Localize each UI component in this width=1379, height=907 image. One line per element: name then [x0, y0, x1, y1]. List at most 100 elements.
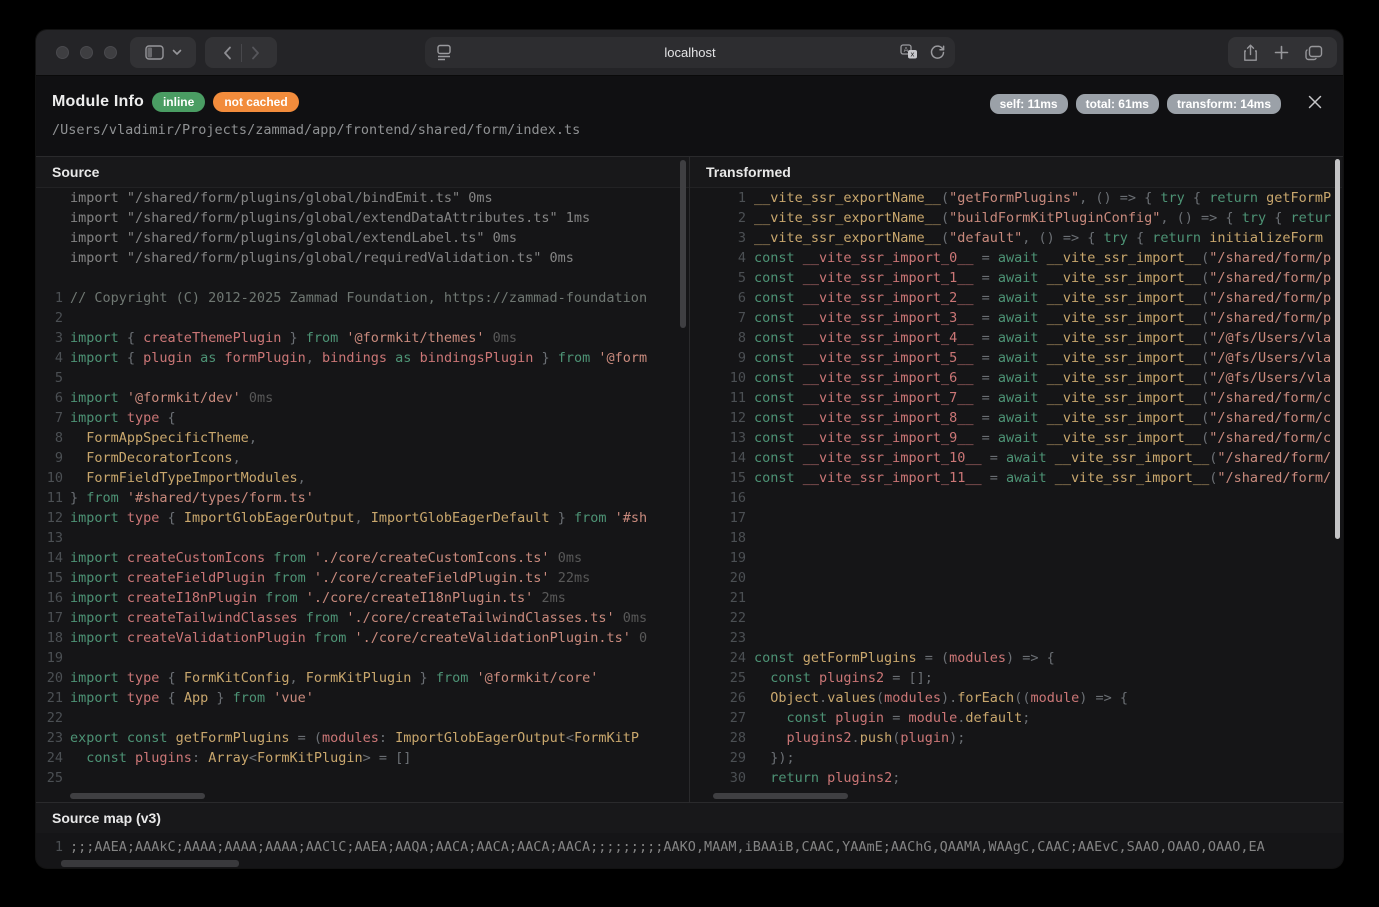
- code-line: 26 Object.values(modules).forEach((modul…: [690, 688, 1342, 708]
- svg-text:x: x: [910, 51, 914, 59]
- browser-toolbar: localhost A x: [36, 30, 1343, 76]
- code-line: 25: [36, 768, 689, 788]
- code-line: 13: [36, 528, 689, 548]
- code-line: 29 });: [690, 748, 1342, 768]
- code-line: import "/shared/form/plugins/global/bind…: [36, 188, 689, 208]
- code-panels: Source import "/shared/form/plugins/glob…: [36, 156, 1343, 802]
- nav-buttons-group: [205, 37, 277, 68]
- code-line: 8const __vite_ssr_import_4__ = await __v…: [690, 328, 1342, 348]
- minimize-window-button[interactable]: [80, 46, 93, 59]
- transformed-panel: Transformed 1__vite_ssr_exportName__("ge…: [690, 157, 1342, 802]
- forward-button[interactable]: [251, 46, 260, 60]
- code-line: 9const __vite_ssr_import_5__ = await __v…: [690, 348, 1342, 368]
- code-line: 7const __vite_ssr_import_3__ = await __v…: [690, 308, 1342, 328]
- sidebar-toggle-group: [130, 37, 196, 68]
- back-button[interactable]: [223, 46, 232, 60]
- code-line: 18: [690, 528, 1342, 548]
- sourcemap-code: 1;;;AAEA;AAAkC;AAAA;AAAA;AAAA;AAClC;AAEA…: [36, 837, 1343, 859]
- code-line: 3__vite_ssr_exportName__("default", () =…: [690, 228, 1342, 248]
- code-line: 30 return plugins2;: [690, 768, 1342, 788]
- code-line: 16import createI18nPlugin from './core/c…: [36, 588, 689, 608]
- code-line: 12const __vite_ssr_import_8__ = await __…: [690, 408, 1342, 428]
- source-panel: Source import "/shared/form/plugins/glob…: [36, 157, 690, 802]
- code-line: 11const __vite_ssr_import_7__ = await __…: [690, 388, 1342, 408]
- share-icon[interactable]: [1243, 44, 1258, 62]
- transformed-horizontal-scrollbar[interactable]: [713, 793, 848, 799]
- transformed-code: 1__vite_ssr_exportName__("getFormPlugins…: [690, 188, 1342, 802]
- sourcemap-horizontal-scrollbar[interactable]: [61, 860, 239, 867]
- nav-divider: [241, 44, 242, 62]
- code-line: [36, 268, 689, 288]
- code-line: 21: [690, 588, 1342, 608]
- svg-text:A: A: [904, 46, 909, 54]
- code-line: 2: [36, 308, 689, 328]
- code-line: 13const __vite_ssr_import_9__ = await __…: [690, 428, 1342, 448]
- toolbar-right-group: [1228, 37, 1337, 68]
- code-line: 5: [36, 368, 689, 388]
- code-line: 23export const getFormPlugins = (modules…: [36, 728, 689, 748]
- code-line: 21import type { App } from 'vue': [36, 688, 689, 708]
- code-line: 25 const plugins2 = [];: [690, 668, 1342, 688]
- code-line: 11} from '#shared/types/form.ts': [36, 488, 689, 508]
- address-bar[interactable]: localhost A x: [425, 37, 955, 68]
- code-line: 14const __vite_ssr_import_10__ = await _…: [690, 448, 1342, 468]
- code-line: 10const __vite_ssr_import_6__ = await __…: [690, 368, 1342, 388]
- source-panel-title: Source: [36, 157, 689, 188]
- code-line: 9 FormDecoratorIcons,: [36, 448, 689, 468]
- code-line: 28 plugins2.push(plugin);: [690, 728, 1342, 748]
- code-line: 10 FormFieldTypeImportModules,: [36, 468, 689, 488]
- traffic-lights: [56, 46, 117, 59]
- timing-transform: transform: 14ms: [1167, 94, 1281, 114]
- sourcemap-title: Source map (v3): [36, 803, 1343, 833]
- source-horizontal-scrollbar[interactable]: [70, 793, 205, 799]
- tab-overview-icon[interactable]: [1305, 45, 1323, 61]
- new-tab-icon[interactable]: [1274, 45, 1289, 60]
- sidebar-icon[interactable]: [145, 45, 164, 60]
- status-badge-not-cached: not cached: [213, 92, 298, 112]
- code-line: 23: [690, 628, 1342, 648]
- reload-icon[interactable]: [929, 44, 946, 61]
- status-badge-inline: inline: [152, 92, 205, 112]
- code-line: 4import { plugin as formPlugin, bindings…: [36, 348, 689, 368]
- transformed-vertical-scrollbar[interactable]: [1335, 159, 1340, 539]
- code-line: 15import createFieldPlugin from './core/…: [36, 568, 689, 588]
- code-line: 4const __vite_ssr_import_0__ = await __v…: [690, 248, 1342, 268]
- code-line: import "/shared/form/plugins/global/exte…: [36, 228, 689, 248]
- code-line: 15const __vite_ssr_import_11__ = await _…: [690, 468, 1342, 488]
- code-line: 1__vite_ssr_exportName__("getFormPlugins…: [690, 188, 1342, 208]
- code-line: 6const __vite_ssr_import_2__ = await __v…: [690, 288, 1342, 308]
- code-line: 17import createTailwindClasses from './c…: [36, 608, 689, 628]
- source-vertical-scrollbar[interactable]: [680, 160, 686, 328]
- close-window-button[interactable]: [56, 46, 69, 59]
- code-line: 18import createValidationPlugin from './…: [36, 628, 689, 648]
- timing-total: total: 61ms: [1076, 94, 1159, 114]
- code-line: 27 const plugin = module.default;: [690, 708, 1342, 728]
- close-icon[interactable]: [1303, 90, 1327, 114]
- code-line: 1// Copyright (C) 2012-2025 Zammad Found…: [36, 288, 689, 308]
- chevron-down-icon[interactable]: [172, 49, 182, 56]
- timing-self: self: 11ms: [990, 94, 1068, 114]
- url-text: localhost: [425, 37, 955, 68]
- timing-badges: self: 11ms total: 61ms transform: 14ms: [990, 94, 1281, 114]
- code-line: 6import '@formkit/dev' 0ms: [36, 388, 689, 408]
- code-line: 12import type { ImportGlobEagerOutput, I…: [36, 508, 689, 528]
- code-line: 20import type { FormKitConfig, FormKitPl…: [36, 668, 689, 688]
- code-line: 1;;;AAEA;AAAkC;AAAA;AAAA;AAAA;AAClC;AAEA…: [36, 837, 1343, 857]
- code-line: 3import { createThemePlugin } from '@for…: [36, 328, 689, 348]
- code-line: 7import type {: [36, 408, 689, 428]
- source-code: import "/shared/form/plugins/global/bind…: [36, 188, 689, 802]
- translate-icon[interactable]: A x: [900, 44, 919, 61]
- code-line: 5const __vite_ssr_import_1__ = await __v…: [690, 268, 1342, 288]
- code-line: 24 const plugins: Array<FormKitPlugin> =…: [36, 748, 689, 768]
- browser-window: localhost A x: [36, 30, 1343, 868]
- code-line: 24const getFormPlugins = (modules) => {: [690, 648, 1342, 668]
- code-line: 19: [690, 548, 1342, 568]
- code-line: import "/shared/form/plugins/global/exte…: [36, 208, 689, 228]
- code-line: 14import createCustomIcons from './core/…: [36, 548, 689, 568]
- code-line: 8 FormAppSpecificTheme,: [36, 428, 689, 448]
- code-line: 17: [690, 508, 1342, 528]
- module-file-path: /Users/vladimir/Projects/zammad/app/fron…: [52, 122, 580, 138]
- zoom-window-button[interactable]: [104, 46, 117, 59]
- code-line: 22: [690, 608, 1342, 628]
- module-info-header: Module Info inline not cached self: 11ms…: [36, 76, 1343, 156]
